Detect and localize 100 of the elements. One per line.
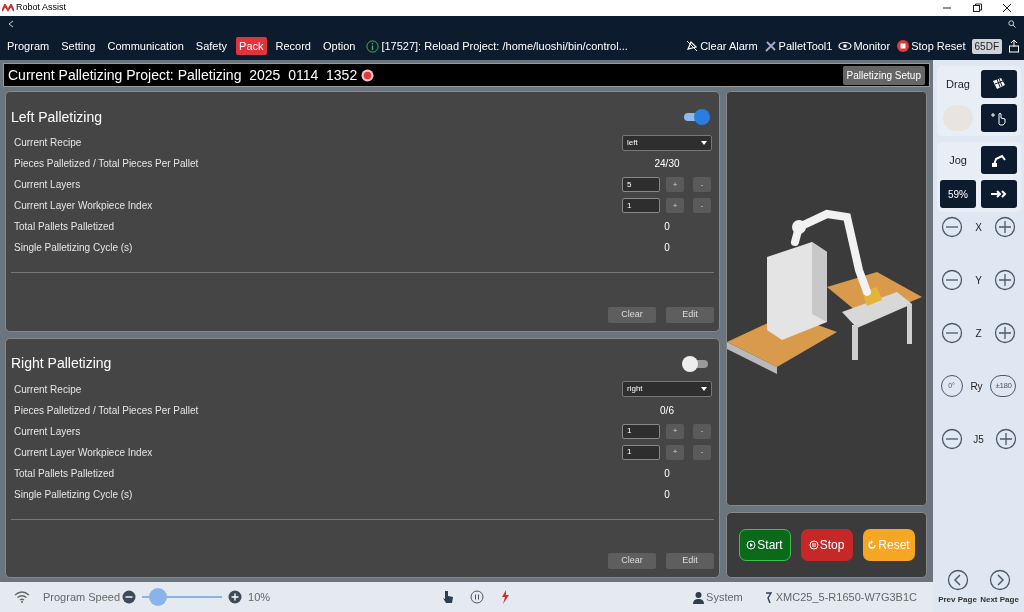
stop-button[interactable]: Stop <box>800 529 853 561</box>
toggle-switch[interactable] <box>682 355 710 372</box>
record-icon <box>361 68 375 82</box>
user-icon <box>692 590 706 604</box>
plus-icon[interactable] <box>994 216 1017 238</box>
recipe-dropdown[interactable]: right <box>622 381 712 397</box>
eye-icon <box>838 39 853 53</box>
field-label: Single Palletizing Cycle (s) <box>14 487 133 502</box>
setup-button[interactable]: Palletizing Setup <box>842 65 925 85</box>
page-label: Prev Page <box>938 594 977 606</box>
field-value: 0 <box>663 466 671 481</box>
caret-icon <box>701 140 707 145</box>
field-label: Pieces Palletized / Total Pieces Per Pallet <box>14 403 199 418</box>
menu-tab[interactable]: Pack <box>236 36 267 56</box>
hand-icon <box>990 110 1008 126</box>
field-label: Total Pallets Palletized <box>14 220 115 234</box>
app-logo-icon <box>2 4 14 12</box>
lightning-icon[interactable] <box>500 590 511 604</box>
axis-label: Ry <box>970 379 983 394</box>
grid-icon <box>991 77 1007 91</box>
minus-icon[interactable] <box>940 322 963 344</box>
decrement-button[interactable]: - <box>693 423 711 439</box>
back-icon[interactable] <box>8 20 14 28</box>
panel-action-button[interactable]: Edit <box>666 306 714 323</box>
drag-label: Drag <box>946 76 970 92</box>
number-field[interactable]: 5 <box>622 177 660 192</box>
close-icon[interactable] <box>1002 3 1012 13</box>
field-value: 24/30 <box>653 157 681 171</box>
menu-tab[interactable]: Record <box>272 36 314 56</box>
version-badge: 65DF <box>971 38 1002 54</box>
status-message: [17527]: Reload Project: /home/luoshi/bin/control... <box>381 38 628 54</box>
jog-label: Jog <box>949 152 967 168</box>
info-icon <box>366 39 380 53</box>
grid-button[interactable] <box>981 70 1017 98</box>
minus-icon[interactable] <box>940 428 963 450</box>
menu-tab[interactable]: Safety <box>192 36 231 56</box>
increment-button[interactable]: + <box>666 198 684 213</box>
minus-icon[interactable] <box>122 590 137 604</box>
user-name: System <box>706 589 743 605</box>
number-field[interactable]: 1 <box>622 198 660 213</box>
panel-action-button[interactable]: Clear <box>608 553 656 569</box>
menu-tab[interactable]: Option <box>320 36 359 56</box>
menu-tab[interactable]: Program <box>4 36 53 56</box>
pause-icon <box>808 540 819 550</box>
increment-button[interactable]: + <box>666 177 684 192</box>
panel-action-button[interactable]: Clear <box>608 306 656 323</box>
pointer-hand-icon[interactable] <box>442 590 455 604</box>
speed-slider[interactable] <box>142 587 223 607</box>
field-label: Current Layers <box>14 178 81 192</box>
speed-label: Program Speed <box>43 589 121 605</box>
increment-button[interactable]: + <box>666 423 684 439</box>
toggle-switch[interactable] <box>682 109 710 125</box>
arrow-button[interactable] <box>981 180 1017 208</box>
project-title: Current Palletizing Project: Palletizing 2025 0114 1352 <box>8 65 358 85</box>
stop-icon <box>896 39 911 53</box>
recipe-dropdown[interactable]: left <box>622 134 712 151</box>
field-label: Single Palletizing Cycle (s) <box>14 241 133 255</box>
minus-icon[interactable] <box>940 269 963 291</box>
axis-label: Z <box>975 326 982 341</box>
panel-title: Left Palletizing <box>11 107 103 127</box>
maximize-icon[interactable] <box>972 3 982 13</box>
field-label: Pieces Palletized / Total Pieces Per Pallet <box>14 157 199 171</box>
plus-icon[interactable] <box>994 322 1017 344</box>
panel-title: Right Palletizing <box>11 354 112 373</box>
field-value: 0 <box>663 487 671 502</box>
field-label: Current Recipe <box>14 136 82 150</box>
pause-icon[interactable] <box>470 590 485 604</box>
decrement-button[interactable]: - <box>693 198 711 213</box>
tool-button[interactable]: PalletTool1 <box>763 37 833 55</box>
start-button[interactable]: Start <box>738 529 791 561</box>
plus-icon[interactable] <box>994 269 1017 291</box>
panel-action-button[interactable]: Edit <box>666 553 714 569</box>
field-label: Total Pallets Palletized <box>14 466 115 481</box>
stop-button[interactable]: Stop Reset <box>896 37 966 55</box>
decrement-button[interactable]: - <box>693 444 711 460</box>
menu-tab[interactable]: Setting <box>58 36 99 56</box>
hand-button[interactable] <box>981 104 1017 132</box>
number-field[interactable]: 1 <box>622 423 660 439</box>
axis-label: J5 <box>973 432 984 447</box>
plus-icon[interactable] <box>228 590 243 604</box>
decrement-button[interactable]: - <box>693 177 711 192</box>
page-label: Next Page <box>980 594 1019 606</box>
upload-icon[interactable] <box>1008 39 1020 53</box>
field-label: Current Recipe <box>14 382 82 397</box>
minus-icon[interactable] <box>940 216 963 238</box>
play-icon <box>746 540 757 550</box>
search-icon[interactable] <box>1008 20 1016 28</box>
robot-arm-button[interactable] <box>981 146 1017 174</box>
axis-label: Y <box>975 273 982 288</box>
increment-button[interactable]: + <box>666 444 684 460</box>
plus-icon[interactable] <box>994 428 1017 450</box>
speed-value: 10% <box>248 589 271 605</box>
next-icon[interactable] <box>988 569 1011 591</box>
previous-icon[interactable] <box>946 569 969 591</box>
menu-tab[interactable]: Communication <box>104 36 187 56</box>
alarm-button[interactable]: Clear Alarm <box>685 37 758 55</box>
jog-speed-button[interactable]: 59% <box>940 180 976 208</box>
device-id: XMC25_5-R1650-W7G3B1C <box>775 589 917 605</box>
number-field[interactable]: 1 <box>622 444 660 460</box>
monitor-button[interactable]: Monitor <box>838 37 891 55</box>
